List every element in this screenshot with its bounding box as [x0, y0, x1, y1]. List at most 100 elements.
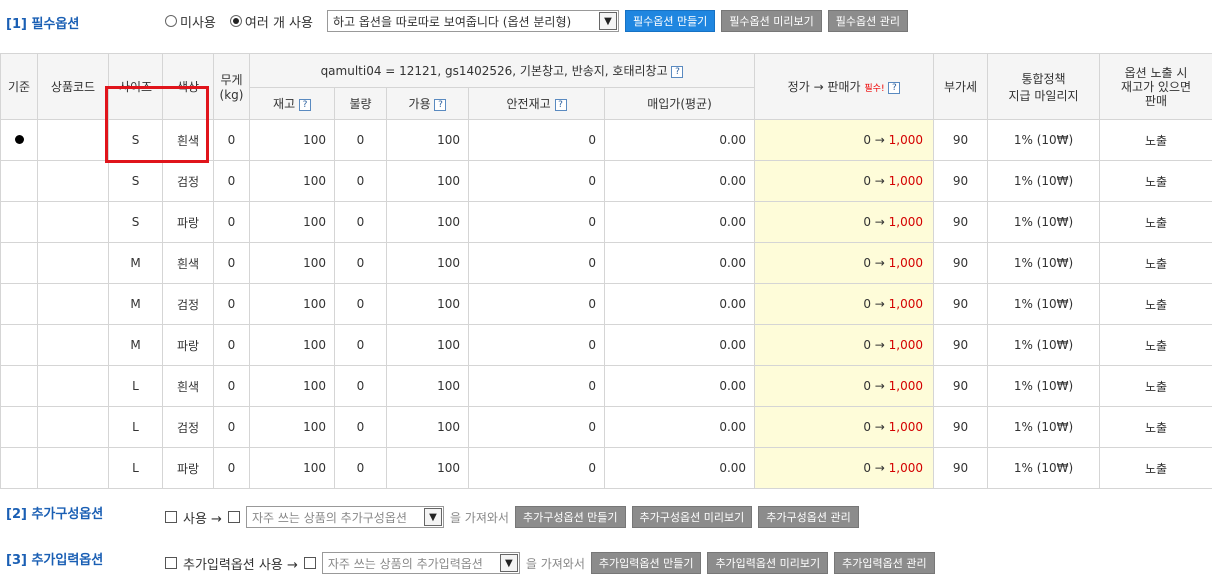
cell-stock[interactable]: 100	[249, 365, 335, 407]
cell-product-code[interactable]	[37, 447, 109, 489]
cell-safety-stock[interactable]: 0	[468, 365, 605, 407]
cell-base[interactable]	[0, 119, 38, 161]
radio-multi[interactable]: 여러 개 사용	[229, 12, 313, 31]
cell-defect[interactable]: 0	[334, 201, 387, 243]
cell-stock[interactable]: 100	[249, 201, 335, 243]
cell-product-code[interactable]	[37, 324, 109, 366]
cell-exposure[interactable]: 노출	[1099, 447, 1212, 489]
cell-weight[interactable]: 0	[213, 447, 250, 489]
cell-weight[interactable]: 0	[213, 324, 250, 366]
addon-options-select[interactable]: 자주 쓰는 상품의 추가구성옵션 ▼	[245, 506, 444, 528]
input-use-checkbox[interactable]	[165, 557, 177, 569]
addon-use-checkbox[interactable]	[165, 511, 177, 523]
cell-stock[interactable]: 100	[249, 406, 335, 448]
cell-weight[interactable]: 0	[213, 283, 250, 325]
cell-safety-stock[interactable]: 0	[468, 283, 605, 325]
cell-defect[interactable]: 0	[334, 283, 387, 325]
cell-defect[interactable]: 0	[334, 447, 387, 489]
preview-input-options-button[interactable]: 추가입력옵션 미리보기	[707, 552, 829, 574]
cell-exposure[interactable]: 노출	[1099, 160, 1212, 202]
cell-exposure[interactable]: 노출	[1099, 201, 1212, 243]
preview-addon-options-button[interactable]: 추가구성옵션 미리보기	[631, 506, 753, 528]
cell-weight[interactable]: 0	[213, 160, 250, 202]
cell-base[interactable]	[0, 406, 38, 448]
cell-base[interactable]	[0, 160, 38, 202]
cell-weight[interactable]: 0	[213, 119, 250, 161]
cell-stock[interactable]: 100	[249, 283, 335, 325]
cell-safety-stock[interactable]: 0	[468, 324, 605, 366]
chevron-down-icon[interactable]: ▼	[598, 12, 617, 30]
cell-price[interactable]: 0 → 1,000	[754, 242, 935, 284]
cell-safety-stock[interactable]: 0	[468, 201, 605, 243]
addon-import-checkbox[interactable]	[227, 511, 240, 523]
cell-weight[interactable]: 0	[213, 201, 250, 243]
help-icon[interactable]: ?	[888, 81, 901, 94]
help-icon[interactable]: ?	[298, 98, 311, 111]
cell-product-code[interactable]	[37, 119, 109, 161]
cell-base[interactable]	[0, 283, 38, 325]
radio-multi-dot[interactable]	[229, 15, 242, 27]
cell-product-code[interactable]	[37, 283, 109, 325]
input-options-select[interactable]: 자주 쓰는 상품의 추가입력옵션 ▼	[321, 552, 520, 574]
cell-defect[interactable]: 0	[334, 242, 387, 284]
manage-required-options-button[interactable]: 필수옵션 관리	[827, 10, 908, 32]
cell-exposure[interactable]: 노출	[1099, 365, 1212, 407]
radio-unused[interactable]: 미사용	[165, 12, 216, 31]
cell-defect[interactable]: 0	[334, 406, 387, 448]
cell-defect[interactable]: 0	[334, 160, 387, 202]
cell-base[interactable]	[0, 201, 38, 243]
cell-product-code[interactable]	[37, 242, 109, 284]
cell-defect[interactable]: 0	[334, 119, 387, 161]
cell-product-code[interactable]	[37, 160, 109, 202]
cell-weight[interactable]: 0	[213, 406, 250, 448]
help-icon[interactable]: ?	[554, 98, 567, 111]
cell-exposure[interactable]: 노출	[1099, 406, 1212, 448]
cell-stock[interactable]: 100	[249, 242, 335, 284]
cell-weight[interactable]: 0	[213, 242, 250, 284]
cell-base[interactable]	[0, 447, 38, 489]
cell-base[interactable]	[0, 242, 38, 284]
radio-unused-dot[interactable]	[165, 15, 177, 27]
option-display-select[interactable]: 하고 옵션을 따로따로 보여줍니다 (옵션 분리형) ▼	[326, 10, 619, 32]
cell-price[interactable]: 0 → 1,000	[754, 119, 935, 161]
cell-weight[interactable]: 0	[213, 365, 250, 407]
cell-safety-stock[interactable]: 0	[468, 242, 605, 284]
cell-exposure[interactable]: 노출	[1099, 242, 1212, 284]
cell-price[interactable]: 0 → 1,000	[754, 406, 935, 448]
cell-stock[interactable]: 100	[249, 447, 335, 489]
make-addon-options-button[interactable]: 추가구성옵션 만들기	[514, 506, 626, 528]
make-required-options-button[interactable]: 필수옵션 만들기	[624, 10, 716, 32]
cell-price[interactable]: 0 → 1,000	[754, 324, 935, 366]
cell-safety-stock[interactable]: 0	[468, 447, 605, 489]
cell-price[interactable]: 0 → 1,000	[754, 201, 935, 243]
cell-price[interactable]: 0 → 1,000	[754, 283, 935, 325]
cell-price[interactable]: 0 → 1,000	[754, 160, 935, 202]
cell-safety-stock[interactable]: 0	[468, 406, 605, 448]
help-icon[interactable]: ?	[434, 98, 447, 111]
make-input-options-button[interactable]: 추가입력옵션 만들기	[590, 552, 702, 574]
input-import-checkbox[interactable]	[303, 557, 316, 569]
chevron-down-icon[interactable]: ▼	[423, 508, 442, 526]
cell-stock[interactable]: 100	[249, 160, 335, 202]
cell-price[interactable]: 0 → 1,000	[754, 447, 935, 489]
cell-defect[interactable]: 0	[334, 324, 387, 366]
cell-base[interactable]	[0, 365, 38, 407]
manage-addon-options-button[interactable]: 추가구성옵션 관리	[758, 506, 859, 528]
cell-product-code[interactable]	[37, 406, 109, 448]
cell-stock[interactable]: 100	[249, 119, 335, 161]
cell-base[interactable]	[0, 324, 38, 366]
cell-safety-stock[interactable]: 0	[468, 160, 605, 202]
cell-exposure[interactable]: 노출	[1099, 283, 1212, 325]
help-icon[interactable]: ?	[671, 65, 684, 78]
cell-product-code[interactable]	[37, 365, 109, 407]
cell-exposure[interactable]: 노출	[1099, 119, 1212, 161]
chevron-down-icon[interactable]: ▼	[499, 554, 518, 572]
manage-input-options-button[interactable]: 추가입력옵션 관리	[834, 552, 935, 574]
cell-defect[interactable]: 0	[334, 365, 387, 407]
cell-safety-stock[interactable]: 0	[468, 119, 605, 161]
cell-product-code[interactable]	[37, 201, 109, 243]
preview-required-options-button[interactable]: 필수옵션 미리보기	[721, 10, 822, 32]
cell-exposure[interactable]: 노출	[1099, 324, 1212, 366]
cell-stock[interactable]: 100	[249, 324, 335, 366]
cell-price[interactable]: 0 → 1,000	[754, 365, 935, 407]
